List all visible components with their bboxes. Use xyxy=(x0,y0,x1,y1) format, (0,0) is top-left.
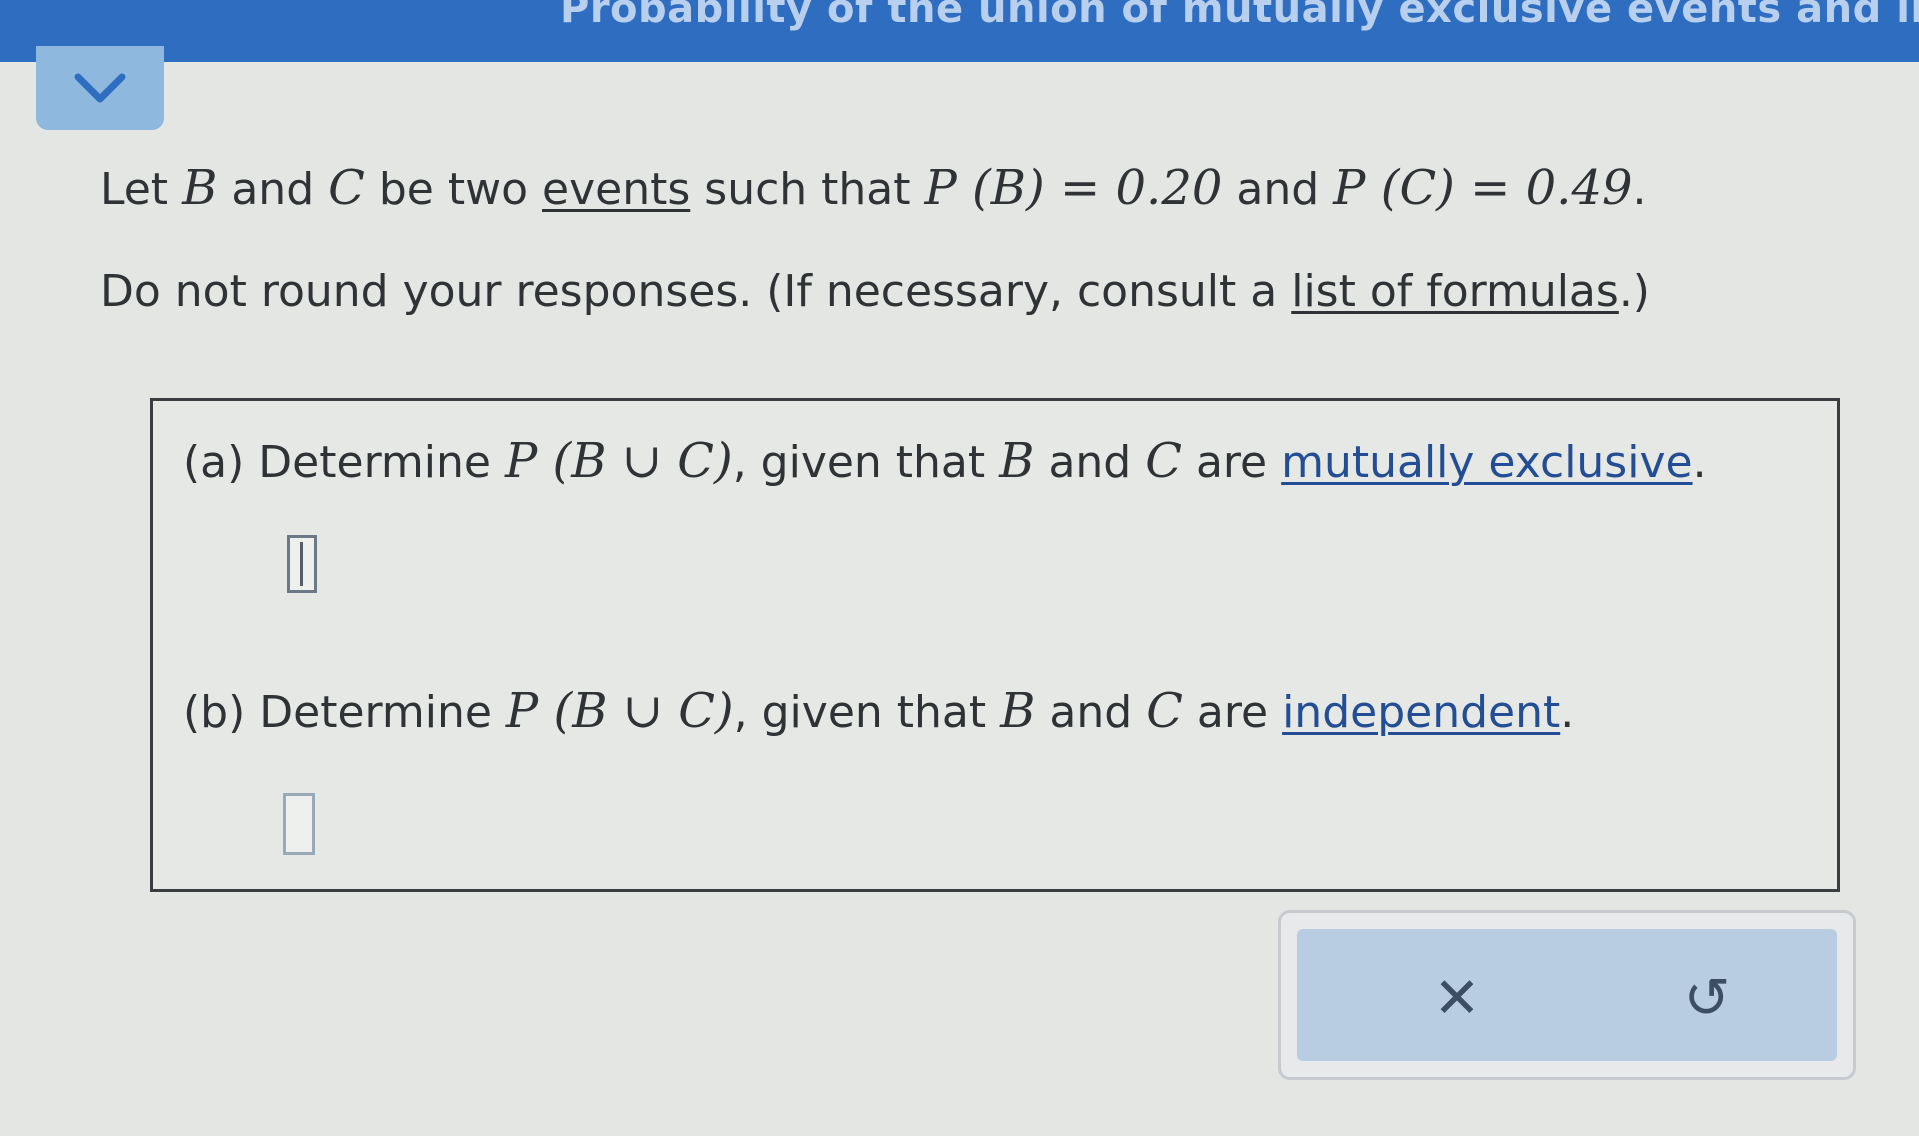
part-b-label: (b) xyxy=(183,687,246,738)
part-a-are: are xyxy=(1195,437,1268,488)
answer-input-a[interactable] xyxy=(287,535,317,593)
independent-link[interactable]: independent xyxy=(1282,687,1560,738)
clear-button[interactable]: ✕ xyxy=(1417,959,1497,1039)
question-parts-box: (a) Determine P (B ∪ C), given that B an… xyxy=(150,398,1840,892)
part-a-end: . xyxy=(1692,437,1707,488)
part-b-end: . xyxy=(1560,687,1575,738)
header-title: Probability of the union of mutually exc… xyxy=(560,0,1919,32)
part-b-prompt: (b) Determine P (B ∪ C), given that B an… xyxy=(183,683,1574,739)
pb-expression: P (B) = 0.20 xyxy=(924,160,1223,216)
part-a-given: , given that xyxy=(732,437,986,488)
part-a-var-c: C xyxy=(1145,433,1182,489)
instruction-end: .) xyxy=(1618,266,1650,317)
part-b-var-b: B xyxy=(1000,683,1036,739)
part-a-expression: P (B ∪ C) xyxy=(504,433,733,489)
part-a-label: (a) xyxy=(183,437,245,488)
text-such-that: such that xyxy=(704,164,911,215)
part-a-prompt: (a) Determine P (B ∪ C), given that B an… xyxy=(183,433,1707,489)
problem-statement: Let B and C be two events such that P (B… xyxy=(100,160,1647,216)
instruction-text: Do not round your responses. (If necessa… xyxy=(100,266,1650,317)
var-c: C xyxy=(328,160,365,216)
events-link[interactable]: events xyxy=(542,164,690,215)
part-b-expression: P (B ∪ C) xyxy=(505,683,734,739)
text-be-two: be two xyxy=(378,164,529,215)
text-period: . xyxy=(1632,164,1647,215)
chevron-down-icon xyxy=(74,73,126,103)
part-a-and: and xyxy=(1048,437,1132,488)
part-b-var-c: C xyxy=(1146,683,1183,739)
formulas-link[interactable]: list of formulas xyxy=(1291,266,1619,317)
mutually-exclusive-link[interactable]: mutually exclusive xyxy=(1281,437,1692,488)
part-b-given: , given that xyxy=(733,687,987,738)
part-b-and: and xyxy=(1049,687,1133,738)
pc-expression: P (C) = 0.49 xyxy=(1333,160,1633,216)
header-bar: Probability of the union of mutually exc… xyxy=(0,0,1919,62)
action-panel: ✕ ↺ xyxy=(1278,910,1856,1080)
text-and: and xyxy=(231,164,315,215)
undo-icon: ↺ xyxy=(1683,966,1731,1031)
close-icon: ✕ xyxy=(1433,966,1481,1031)
part-b-are: are xyxy=(1196,687,1269,738)
undo-button[interactable]: ↺ xyxy=(1667,959,1747,1039)
answer-input-b[interactable] xyxy=(283,793,315,855)
part-a-var-b: B xyxy=(999,433,1035,489)
part-a-determine: Determine xyxy=(258,437,491,488)
var-b: B xyxy=(182,160,218,216)
text-and-2: and xyxy=(1236,164,1320,215)
instruction-body: Do not round your responses. (If necessa… xyxy=(100,266,1278,317)
action-panel-inner: ✕ ↺ xyxy=(1297,929,1837,1061)
text-let: Let xyxy=(100,164,169,215)
part-b-determine: Determine xyxy=(259,687,492,738)
collapse-button[interactable] xyxy=(36,46,164,130)
